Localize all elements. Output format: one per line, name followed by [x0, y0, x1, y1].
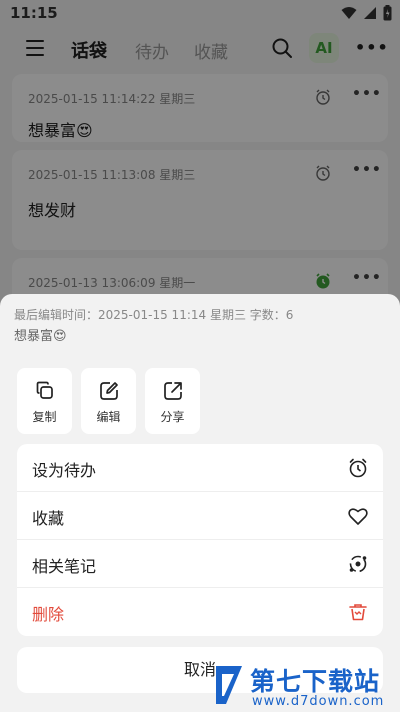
menu-item-set-todo[interactable]: 设为待办 — [17, 444, 383, 492]
menu-item-favorite[interactable]: 收藏 — [17, 492, 383, 540]
alarm-clock-icon — [349, 458, 367, 478]
share-label: 分享 — [160, 410, 185, 424]
heart-icon — [348, 508, 368, 525]
copy-label: 复制 — [32, 410, 57, 424]
site-watermark: 第七下载站 www.d7down.com — [212, 660, 400, 712]
last-edited-info: 最后编辑时间：2025-01-15 11:14 星期三 字数：6 — [14, 308, 294, 322]
menu-item-related-notes[interactable]: 相关笔记 — [17, 540, 383, 588]
copy-icon — [36, 381, 53, 399]
menu-item-delete[interactable]: 删除 — [17, 588, 383, 636]
copy-button[interactable]: 复制 — [17, 368, 72, 434]
watermark-url: www.d7down.com — [252, 694, 385, 709]
trash-icon — [349, 604, 367, 621]
menu-item-label: 相关笔记 — [32, 557, 97, 576]
share-button[interactable]: 分享 — [145, 368, 200, 434]
note-preview: 想暴富😍 — [14, 329, 67, 344]
menu-item-label: 设为待办 — [32, 461, 97, 480]
edit-label: 编辑 — [96, 410, 121, 424]
note-action-sheet: 最后编辑时间：2025-01-15 11:14 星期三 字数：6 想暴富😍 复制… — [0, 294, 400, 712]
action-menu: 设为待办 收藏 相关笔记 删除 — [17, 444, 383, 636]
menu-item-label: 收藏 — [32, 509, 65, 528]
related-notes-icon — [349, 555, 367, 573]
share-icon — [164, 382, 182, 400]
menu-item-label: 删除 — [32, 605, 65, 624]
edit-button[interactable]: 编辑 — [81, 368, 136, 434]
watermark-title: 第七下载站 — [250, 667, 381, 696]
d7-logo-icon — [216, 666, 242, 704]
edit-icon — [100, 382, 118, 400]
